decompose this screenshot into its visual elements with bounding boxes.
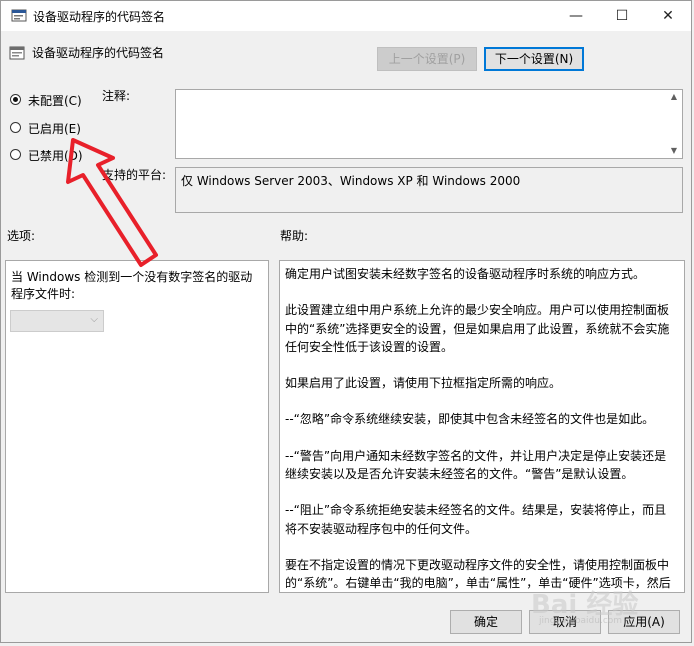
help-header: 帮助: (280, 229, 309, 243)
radio-dot[interactable] (10, 122, 21, 133)
help-paragraph: --“警告”向用户通知未经数字签名的文件，并让用户决定是停止安装还是继续安装以及… (285, 448, 667, 482)
policy-window: 设备驱动程序的代码签名 — ☐ ✕ 设备驱动程序的代码签名 上一个设置(P) 下… (0, 0, 692, 643)
close-button[interactable]: ✕ (645, 1, 691, 31)
window-title: 设备驱动程序的代码签名 (33, 10, 166, 24)
help-panel: 确定用户试图安装未经数字签名的设备驱动程序时系统的响应方式。 此设置建立组中用户… (279, 260, 685, 593)
radio-dot[interactable] (10, 94, 21, 105)
maximize-button[interactable]: ☐ (599, 1, 645, 31)
comment-textarea[interactable]: ▲ ▼ (175, 89, 683, 159)
radio-label: 已启用(E) (28, 122, 81, 136)
help-paragraph: 此设置建立组中用户系统上允许的最少安全响应。用户可以使用控制面板中的“系统”选择… (285, 303, 670, 354)
policy-icon (9, 46, 25, 60)
title-bar: 设备驱动程序的代码签名 — ☐ ✕ (1, 1, 691, 31)
next-setting-button[interactable]: 下一个设置(N) (484, 47, 584, 71)
options-header: 选项: (7, 229, 36, 243)
previous-setting-button[interactable]: 上一个设置(P) (377, 47, 477, 71)
help-paragraph: 如果启用了此设置，请使用下拉框指定所需的响应。 (285, 376, 562, 391)
scroll-down-icon[interactable]: ▼ (668, 146, 680, 156)
supported-platform-box: 仅 Windows Server 2003、Windows XP 和 Windo… (175, 167, 683, 213)
radio-dot[interactable] (10, 149, 21, 160)
scroll-up-icon[interactable]: ▲ (668, 92, 680, 102)
help-paragraph: --“忽略”命令系统继续安装，即使其中包含未经签名的文件也是如此。 (285, 412, 655, 427)
supported-platform-label: 支持的平台: (102, 168, 167, 182)
policy-name: 设备驱动程序的代码签名 (32, 46, 165, 60)
policy-setting-icon (11, 9, 27, 22)
baidu-watermark-url: jingyan.baidu.com (539, 616, 623, 626)
help-paragraph: 确定用户试图安装未经数字签名的设备驱动程序时系统的响应方式。 (285, 267, 646, 281)
options-panel: 当 Windows 检测到一个没有数字签名的驱动程序文件时: ⌵ (5, 260, 269, 593)
comment-label: 注释: (102, 89, 131, 103)
radio-label: 未配置(C) (28, 94, 82, 108)
ok-button[interactable]: 确定 (450, 610, 522, 634)
minimize-button[interactable]: — (553, 1, 599, 31)
unsigned-driver-action-select[interactable]: ⌵ (10, 310, 104, 332)
chevron-down-icon: ⌵ (90, 314, 98, 325)
help-content: 确定用户试图安装未经数字签名的设备驱动程序时系统的响应方式。 此设置建立组中用户… (285, 265, 673, 592)
help-paragraph: --“阻止”命令系统拒绝安装未经签名的文件。结果是，安装将停止，而且将不安装驱动… (285, 503, 667, 536)
radio-label: 已禁用(D) (28, 149, 83, 163)
options-description: 当 Windows 检测到一个没有数字签名的驱动程序文件时: (11, 270, 253, 301)
supported-platform-value: 仅 Windows Server 2003、Windows XP 和 Windo… (181, 174, 521, 188)
